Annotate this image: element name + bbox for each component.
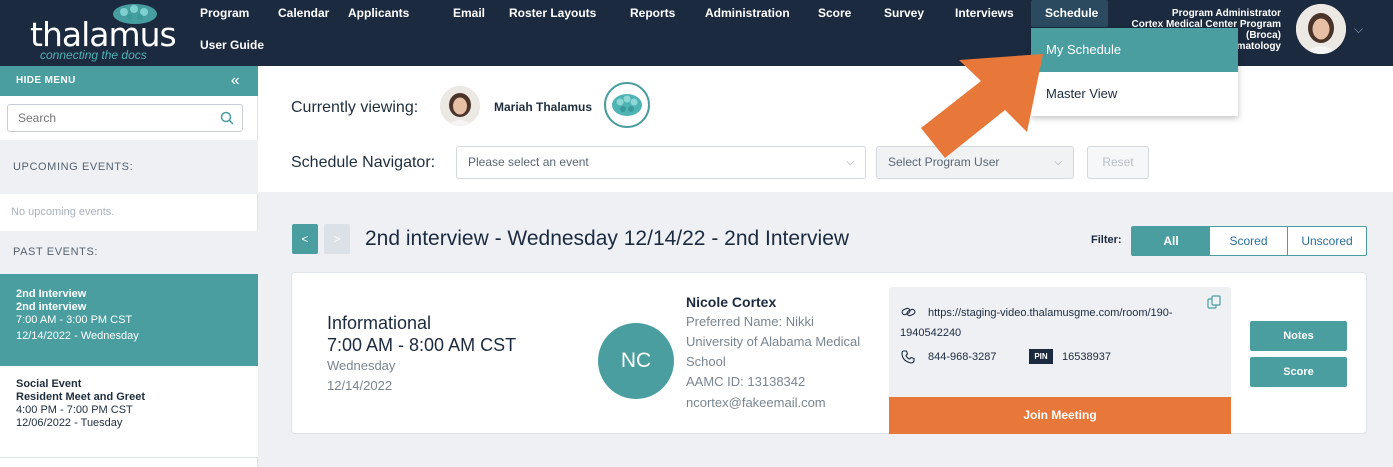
next-day-button[interactable]: > [324,224,350,254]
nav-survey[interactable]: Survey [884,6,924,20]
appointment-card: Informational 7:00 AM - 8:00 AM CST Wedn… [291,272,1367,434]
pin-badge: PIN [1029,349,1053,364]
user-avatar-image [1296,4,1346,54]
thalamus-logo[interactable]: thalamus connecting the docs [30,4,177,62]
event-item-social-event[interactable]: Social Event Resident Meet and Greet 4:0… [0,366,258,458]
filter-label: Filter: [1091,234,1122,246]
filter-all-button[interactable]: All [1132,227,1210,255]
candidate-school: University of Alabama Medical [686,334,861,349]
chevron-down-icon[interactable]: ⌵ [1354,22,1363,37]
meeting-pin: 16538937 [1062,351,1111,363]
filter-toggle-group: All Scored Unscored [1131,226,1367,256]
search-icon[interactable] [220,111,234,125]
event-date: 12/06/2022 - Tuesday [16,417,123,429]
previous-day-button[interactable]: < [292,224,318,254]
filter-scored-button[interactable]: Scored [1210,227,1288,255]
reset-button[interactable]: Reset [1087,146,1149,179]
event-time: 4:00 PM - 7:00 PM CST [16,404,133,416]
event-name: Resident Meet and Greet [16,391,145,403]
chevron-down-icon: ⌵ [846,157,854,168]
search-box [7,104,243,132]
event-item-2nd-interview[interactable]: 2nd Interview 2nd interview 7:00 AM - 3:… [0,274,258,366]
event-name: 2nd interview [16,301,87,313]
brain-icon [612,94,642,116]
sidebar: HIDE MENU « UPCOMING EVENTS: No upcoming… [0,66,258,467]
nav-email[interactable]: Email [453,6,485,20]
nav-score[interactable]: Score [818,6,851,20]
join-meeting-button[interactable]: Join Meeting [889,397,1231,434]
nav-roster-layouts[interactable]: Roster Layouts [509,6,596,20]
nav-applicants[interactable]: Applicants [348,6,409,20]
event-type: 2nd Interview [16,288,87,300]
logo-tagline: connecting the docs [40,48,147,62]
event-select[interactable]: Please select an event ⌵ [456,146,866,179]
nav-schedule[interactable]: Schedule [1045,6,1098,20]
menu-item-master-view[interactable]: Master View [1031,72,1238,116]
search-input[interactable] [8,105,218,131]
hide-menu-label: HIDE MENU [16,75,76,86]
candidate-aamc-id: AAMC ID: 13138342 [686,374,806,389]
nav-interviews[interactable]: Interviews [955,6,1014,20]
viewing-user-avatar-image [440,86,480,126]
annotation-arrow-icon [921,54,1043,158]
brain-badge [604,82,650,128]
past-events-header: PAST EVENTS: [0,231,258,274]
appointment-day: Wednesday [327,358,396,373]
schedule-navigator-label: Schedule Navigator: [291,154,436,171]
nav-program[interactable]: Program [200,6,249,20]
double-chevron-left-icon: « [230,72,240,89]
hide-menu-button[interactable]: HIDE MENU « [0,66,258,96]
user-avatar[interactable] [1296,4,1346,54]
event-date: 12/14/2022 - Wednesday [16,330,139,342]
event-type: Social Event [16,378,82,390]
candidate-email: ncortex@fakeemail.com [686,395,826,410]
copy-icon[interactable] [1207,295,1221,309]
candidate-preferred-name: Preferred Name: Nikki [686,314,814,329]
event-time: 7:00 AM - 3:00 PM CST [16,314,133,326]
notes-button[interactable]: Notes [1250,321,1347,351]
event-select-value: Please select an event [468,155,589,169]
no-upcoming-events-text: No upcoming events. [11,206,115,218]
score-button[interactable]: Score [1250,357,1347,387]
nav-user-guide[interactable]: User Guide [200,38,264,52]
upcoming-events-header: UPCOMING EVENTS: [0,140,258,194]
nav-reports[interactable]: Reports [630,6,675,20]
filter-unscored-button[interactable]: Unscored [1288,227,1366,255]
currently-viewing-label: Currently viewing: [291,99,419,116]
candidate-name[interactable]: Nicole Cortex [686,294,776,310]
nav-calendar[interactable]: Calendar [278,6,329,20]
meeting-phone: 844-968-3287 [928,351,997,363]
logo-wordmark: thalamus [30,15,177,54]
appointment-date: 12/14/2022 [327,378,393,393]
viewing-user-name: Mariah Thalamus [494,100,593,114]
meeting-url[interactable]: https://staging-video.thalamusgme.com/ro… [900,303,1200,343]
schedule-title: 2nd interview - Wednesday 12/14/22 - 2nd… [365,227,850,250]
phone-icon [901,350,915,364]
appointment-time: 7:00 AM - 8:00 AM CST [327,335,517,355]
nav-administration[interactable]: Administration [705,6,790,20]
chevron-left-icon: < [301,232,309,246]
candidate-avatar: NC [598,323,674,399]
chevron-right-icon: > [333,232,341,246]
viewing-user-avatar [440,86,480,126]
menu-item-my-schedule[interactable]: My Schedule [1031,28,1238,72]
candidate-school-cont: School [686,354,726,369]
chevron-down-icon: ⌵ [1054,157,1062,168]
appointment-type: Informational [327,313,432,333]
meeting-info-box: https://staging-video.thalamusgme.com/ro… [889,287,1231,434]
schedule-dropdown-menu: My Schedule Master View [1031,28,1238,116]
user-role: Program Administrator [1171,8,1281,19]
